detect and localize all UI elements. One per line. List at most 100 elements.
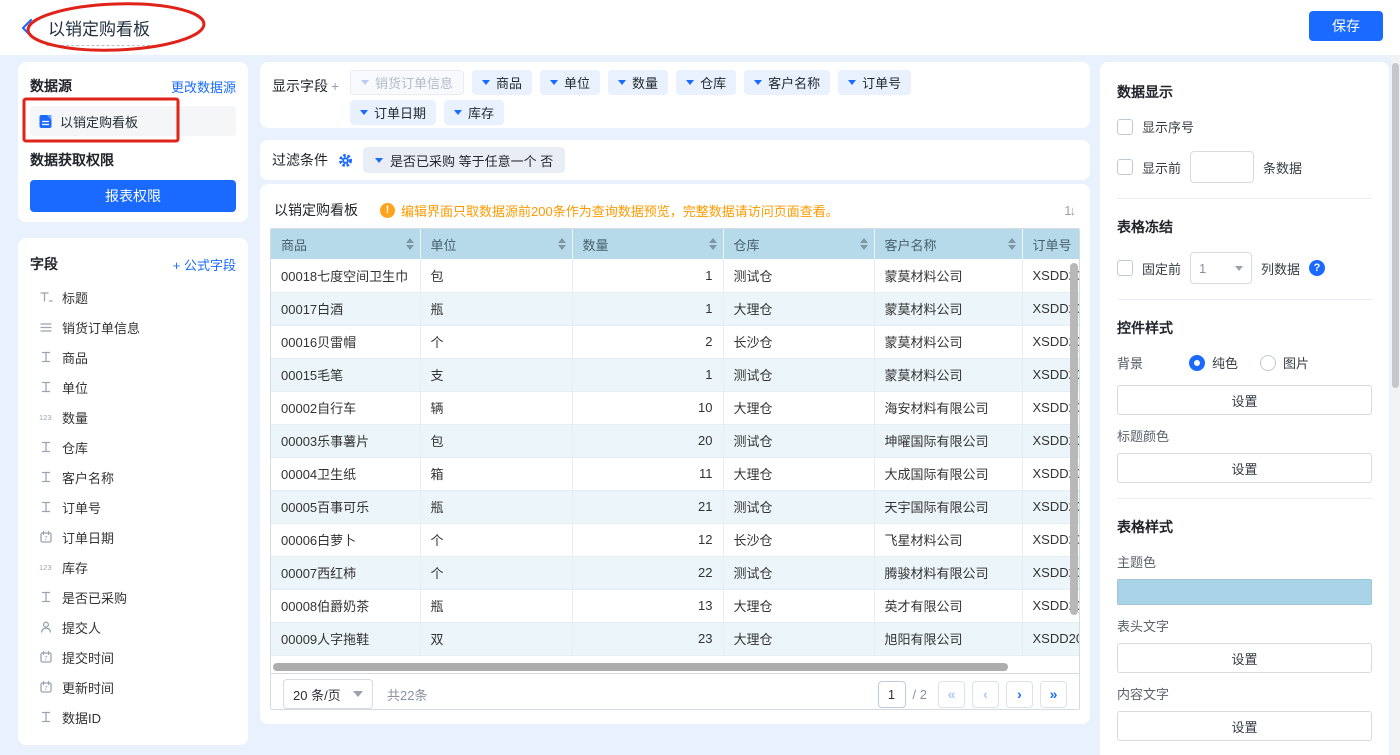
field-item[interactable]: 123库存 xyxy=(30,552,236,582)
table-row: 00016贝雷帽个2长沙仓蒙莫材料公司XSDD20 xyxy=(271,325,1080,358)
first-page-button[interactable]: « xyxy=(938,681,965,708)
freeze-count-select[interactable]: 1 xyxy=(1190,252,1252,284)
show-first-row: 显示前 条数据 xyxy=(1117,151,1372,183)
show-index-row: 显示序号 xyxy=(1117,117,1372,136)
horizontal-scrollbar xyxy=(271,663,1079,673)
table-row: 00008伯爵奶茶瓶13大理仓英才有限公司XSDD20 xyxy=(271,589,1080,622)
table-cell: 1 xyxy=(572,259,723,292)
add-formula-field-link[interactable]: + 公式字段 xyxy=(173,255,236,274)
horizontal-scrollbar-thumb[interactable] xyxy=(273,663,1008,671)
field-item[interactable]: 7订单日期 xyxy=(30,522,236,552)
field-item[interactable]: 123数量 xyxy=(30,402,236,432)
scroll-column xyxy=(1079,589,1080,622)
sort-icon[interactable] xyxy=(1008,238,1016,250)
last-page-button[interactable]: » xyxy=(1040,681,1067,708)
table-cell: 1 xyxy=(572,358,723,391)
bg-solid-option[interactable]: 纯色 xyxy=(1189,353,1238,372)
table-cell: 1 xyxy=(572,292,723,325)
display-field-chip[interactable]: 仓库 xyxy=(676,70,736,95)
add-display-field-button[interactable]: + xyxy=(331,78,339,94)
text-icon xyxy=(38,349,54,365)
show-first-checkbox[interactable] xyxy=(1117,159,1133,175)
change-datasource-link[interactable]: 更改数据源 xyxy=(171,77,236,96)
page-size-select[interactable]: 20 条/页 xyxy=(283,679,373,709)
column-header[interactable]: 客户名称 xyxy=(874,229,1022,259)
text-icon xyxy=(38,709,54,725)
field-item[interactable]: 标题 xyxy=(30,282,236,312)
field-item[interactable]: 是否已采购 xyxy=(30,582,236,612)
field-label: 仓库 xyxy=(62,438,88,457)
table-cell: 包 xyxy=(420,259,572,292)
display-field-chip[interactable]: 单位 xyxy=(540,70,600,95)
next-page-button[interactable]: › xyxy=(1006,681,1033,708)
field-item[interactable]: 7提交时间 xyxy=(30,642,236,672)
title-color-set-button[interactable]: 设置 xyxy=(1117,453,1372,483)
filter-condition-chip[interactable]: 是否已采购 等于任意一个 否 xyxy=(363,147,565,173)
table-row: 00005百事可乐瓶21测试仓天宇国际有限公司XSDD20 xyxy=(271,490,1080,523)
datasource-item[interactable]: 以销定购看板 xyxy=(30,106,236,136)
prev-page-button[interactable]: ‹ xyxy=(972,681,999,708)
datasource-section-title: 数据源 xyxy=(30,76,72,96)
field-item[interactable]: 订单号 xyxy=(30,492,236,522)
column-label: 数量 xyxy=(583,235,609,254)
scroll-column xyxy=(1079,259,1080,292)
current-page-input[interactable]: 1 xyxy=(878,681,906,708)
column-header[interactable]: 仓库 xyxy=(723,229,874,259)
field-item[interactable]: 商品 xyxy=(30,342,236,372)
display-field-chip[interactable]: 客户名称 xyxy=(744,70,830,95)
field-item[interactable]: 单位 xyxy=(30,372,236,402)
table-cell: 个 xyxy=(420,523,572,556)
gear-icon[interactable] xyxy=(338,153,353,168)
show-first-count-input[interactable] xyxy=(1190,151,1254,183)
header-text-set-button[interactable]: 设置 xyxy=(1117,643,1372,673)
field-label: 商品 xyxy=(62,348,88,367)
field-item[interactable]: 7更新时间 xyxy=(30,672,236,702)
divider xyxy=(1117,198,1372,199)
field-item[interactable]: 销货订单信息 xyxy=(30,312,236,342)
column-header[interactable]: 订单号 xyxy=(1022,229,1079,259)
display-field-chip[interactable]: 数量 xyxy=(608,70,668,95)
display-field-chip[interactable]: 订单日期 xyxy=(350,100,436,125)
save-button[interactable]: 保存 xyxy=(1309,11,1383,41)
show-index-checkbox[interactable] xyxy=(1117,119,1133,135)
background-set-button[interactable]: 设置 xyxy=(1117,385,1372,415)
freeze-checkbox[interactable] xyxy=(1117,260,1133,276)
radio-icon[interactable] xyxy=(1260,355,1276,371)
vertical-scrollbar-thumb[interactable] xyxy=(1070,263,1078,615)
field-item[interactable]: 提交人 xyxy=(30,612,236,642)
sort-icon[interactable] xyxy=(709,238,717,250)
table-card: 以销定购看板 ! 编辑界面只取数据源前200条作为查询数据预览，完整数据请访问页… xyxy=(260,184,1090,724)
sort-icon[interactable] xyxy=(406,238,414,250)
table-cell: 00015毛笔 xyxy=(271,358,420,391)
page-scrollbar-thumb[interactable] xyxy=(1392,63,1399,388)
table-cell: 23 xyxy=(572,622,723,655)
column-header[interactable]: 数量 xyxy=(572,229,723,259)
back-icon[interactable] xyxy=(18,17,38,39)
display-field-chip[interactable]: 库存 xyxy=(444,100,504,125)
column-header[interactable]: 单位 xyxy=(420,229,572,259)
table-cell: 腾骏材料有限公司 xyxy=(874,556,1022,589)
field-label: 提交时间 xyxy=(62,648,114,667)
field-item[interactable]: 客户名称 xyxy=(30,462,236,492)
bg-image-option[interactable]: 图片 xyxy=(1260,353,1309,372)
report-permission-button[interactable]: 报表权限 xyxy=(30,180,236,212)
title-icon xyxy=(38,289,54,305)
table-row: 00018七度空间卫生巾包1测试仓蒙莫材料公司XSDD20 xyxy=(271,259,1080,292)
display-field-chip[interactable]: 商品 xyxy=(472,70,532,95)
sort-icon[interactable] xyxy=(558,238,566,250)
sort-icon[interactable] xyxy=(860,238,868,250)
field-item[interactable]: 仓库 xyxy=(30,432,236,462)
content-text-set-button[interactable]: 设置 xyxy=(1117,711,1372,741)
data-table: 商品单位数量 仓库客户名称订单号 00018七度空间卫生巾包1测试仓蒙莫材料公司X… xyxy=(270,228,1080,710)
warning-text: 编辑界面只取数据源前200条作为查询数据预览，完整数据请访问页面查看。 xyxy=(401,201,839,220)
display-field-chip[interactable]: 销货订单信息 xyxy=(350,70,464,95)
theme-color-swatch[interactable] xyxy=(1117,579,1372,605)
field-item[interactable]: 数据ID xyxy=(30,702,236,732)
datasource-item-label: 以销定购看板 xyxy=(60,112,138,131)
page-title[interactable]: 以销定购看板 xyxy=(46,13,160,46)
column-header[interactable]: 商品 xyxy=(271,229,420,259)
sort-order-icon[interactable]: 1↓ xyxy=(1064,203,1076,218)
display-field-chip[interactable]: 订单号 xyxy=(838,70,911,95)
radio-selected-icon[interactable] xyxy=(1189,355,1205,371)
help-icon[interactable]: ? xyxy=(1309,260,1325,276)
